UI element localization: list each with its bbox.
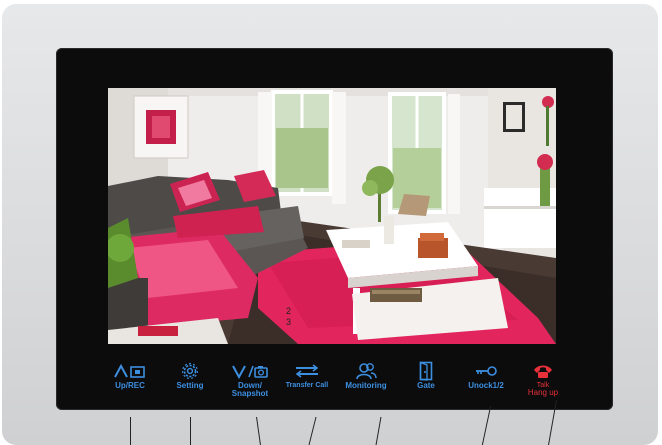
living-room-image xyxy=(108,88,556,344)
gear-icon xyxy=(181,360,199,382)
door-icon xyxy=(419,360,433,382)
gate-label: Gate xyxy=(417,381,435,390)
setting-label: Setting xyxy=(176,381,204,390)
video-screen: 2 3 xyxy=(108,88,556,344)
talk-hangup-button[interactable]: Talk Hang up xyxy=(520,360,566,408)
down-snapshot-button[interactable]: Down/ Snapshot xyxy=(222,360,278,408)
monitoring-label: Monitoring xyxy=(345,381,387,390)
up-rec-button[interactable]: Up/REC xyxy=(106,360,154,408)
up-rec-label: Up/REC xyxy=(115,381,145,390)
unlock-label: Unock1/2 xyxy=(468,381,504,390)
setting-button[interactable]: Setting xyxy=(166,360,214,408)
unlock-button[interactable]: Unock1/2 xyxy=(460,360,512,408)
hang-up-label: Hang up xyxy=(527,388,559,397)
snapshot-label: Snapshot xyxy=(231,389,269,398)
transfer-arrows-icon xyxy=(293,360,321,382)
gate-button[interactable]: Gate xyxy=(408,360,444,408)
transfer-call-label: Transfer Call xyxy=(285,382,329,389)
callout-line xyxy=(130,417,131,445)
callout-line xyxy=(190,417,191,445)
screen-mark-3: 3 xyxy=(286,317,292,327)
up-rec-icon xyxy=(113,360,147,382)
screen-mark-2: 2 xyxy=(286,306,292,316)
transfer-call-button[interactable]: Transfer Call xyxy=(282,360,332,408)
handset-icon xyxy=(532,360,554,382)
down-snapshot-icon xyxy=(231,360,269,382)
monitoring-button[interactable]: Monitoring xyxy=(340,360,392,408)
key-icon xyxy=(474,360,498,382)
people-icon xyxy=(355,360,377,382)
